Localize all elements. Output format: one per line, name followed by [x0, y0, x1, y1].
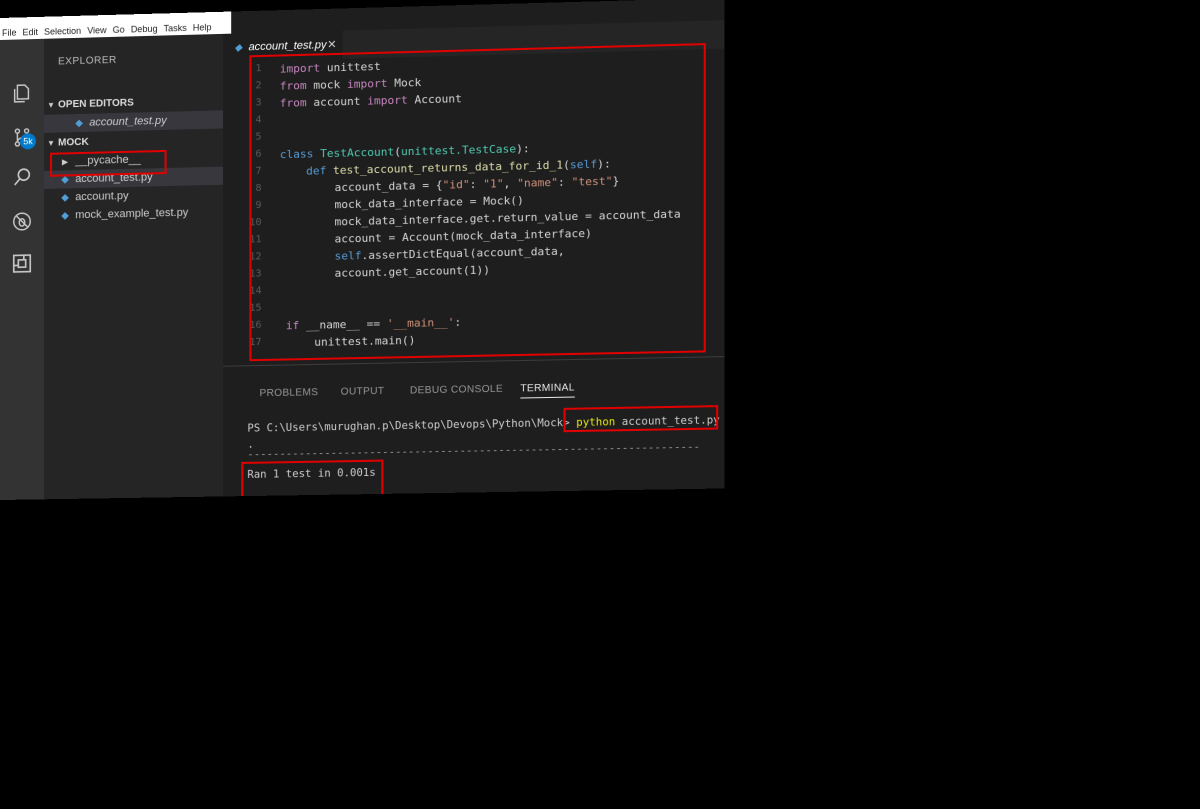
files-icon[interactable]: [8, 79, 36, 108]
vscode-window: File Edit Selection View Go Debug Tasks …: [0, 0, 725, 500]
extensions-icon[interactable]: [8, 249, 36, 278]
tree-item-mock-example-test[interactable]: ◆ mock_example_test.py: [44, 203, 223, 225]
menu-tasks[interactable]: Tasks: [164, 22, 187, 36]
tab-terminal[interactable]: TERMINAL: [520, 382, 575, 399]
python-file-icon: ◆: [234, 42, 243, 54]
menu-file[interactable]: File: [2, 27, 17, 40]
editor-tab-label: account_test.py: [248, 39, 327, 54]
tree-item-label: mock_example_test.py: [75, 206, 189, 222]
folder-label: MOCK: [58, 136, 89, 149]
terminal-separator: ----------------------------------------…: [247, 441, 701, 461]
highlight-box-code: [249, 43, 706, 362]
menu-help[interactable]: Help: [193, 21, 212, 35]
chevron-down-icon: ▼: [47, 100, 55, 110]
explorer-title: EXPLORER: [58, 54, 117, 68]
open-editor-item[interactable]: ◆ account_test.py: [44, 110, 224, 133]
open-editor-label: account_test.py: [89, 114, 167, 129]
highlight-box-result: [241, 459, 384, 500]
menu-debug[interactable]: Debug: [131, 23, 158, 37]
open-editors-label: OPEN EDITORS: [58, 97, 134, 111]
search-icon[interactable]: [8, 163, 36, 192]
debug-icon[interactable]: [8, 207, 36, 236]
tree-item-label: account.py: [75, 189, 129, 204]
menu-edit[interactable]: Edit: [23, 26, 39, 39]
chevron-down-icon: ▼: [47, 138, 55, 148]
activity-bar: 5k: [0, 38, 45, 500]
menu-view[interactable]: View: [87, 24, 106, 38]
highlight-box-file: [50, 149, 167, 177]
tab-problems[interactable]: PROBLEMS: [260, 387, 319, 399]
menu-go[interactable]: Go: [113, 24, 125, 37]
tab-output[interactable]: OUTPUT: [341, 386, 385, 398]
explorer-sidebar: EXPLORER ▼ OPEN EDITORS ◆ account_test.py…: [44, 33, 224, 500]
menu-selection[interactable]: Selection: [44, 25, 81, 39]
python-file-icon: ◆: [61, 192, 69, 204]
tab-debug-console[interactable]: DEBUG CONSOLE: [410, 384, 503, 397]
python-file-icon: ◆: [75, 117, 83, 130]
highlight-box-command: [563, 405, 719, 433]
python-file-icon: ◆: [61, 210, 69, 222]
terminal-prompt: PS C:\Users\murughan.p\Desktop\Devops\Py…: [247, 416, 570, 435]
